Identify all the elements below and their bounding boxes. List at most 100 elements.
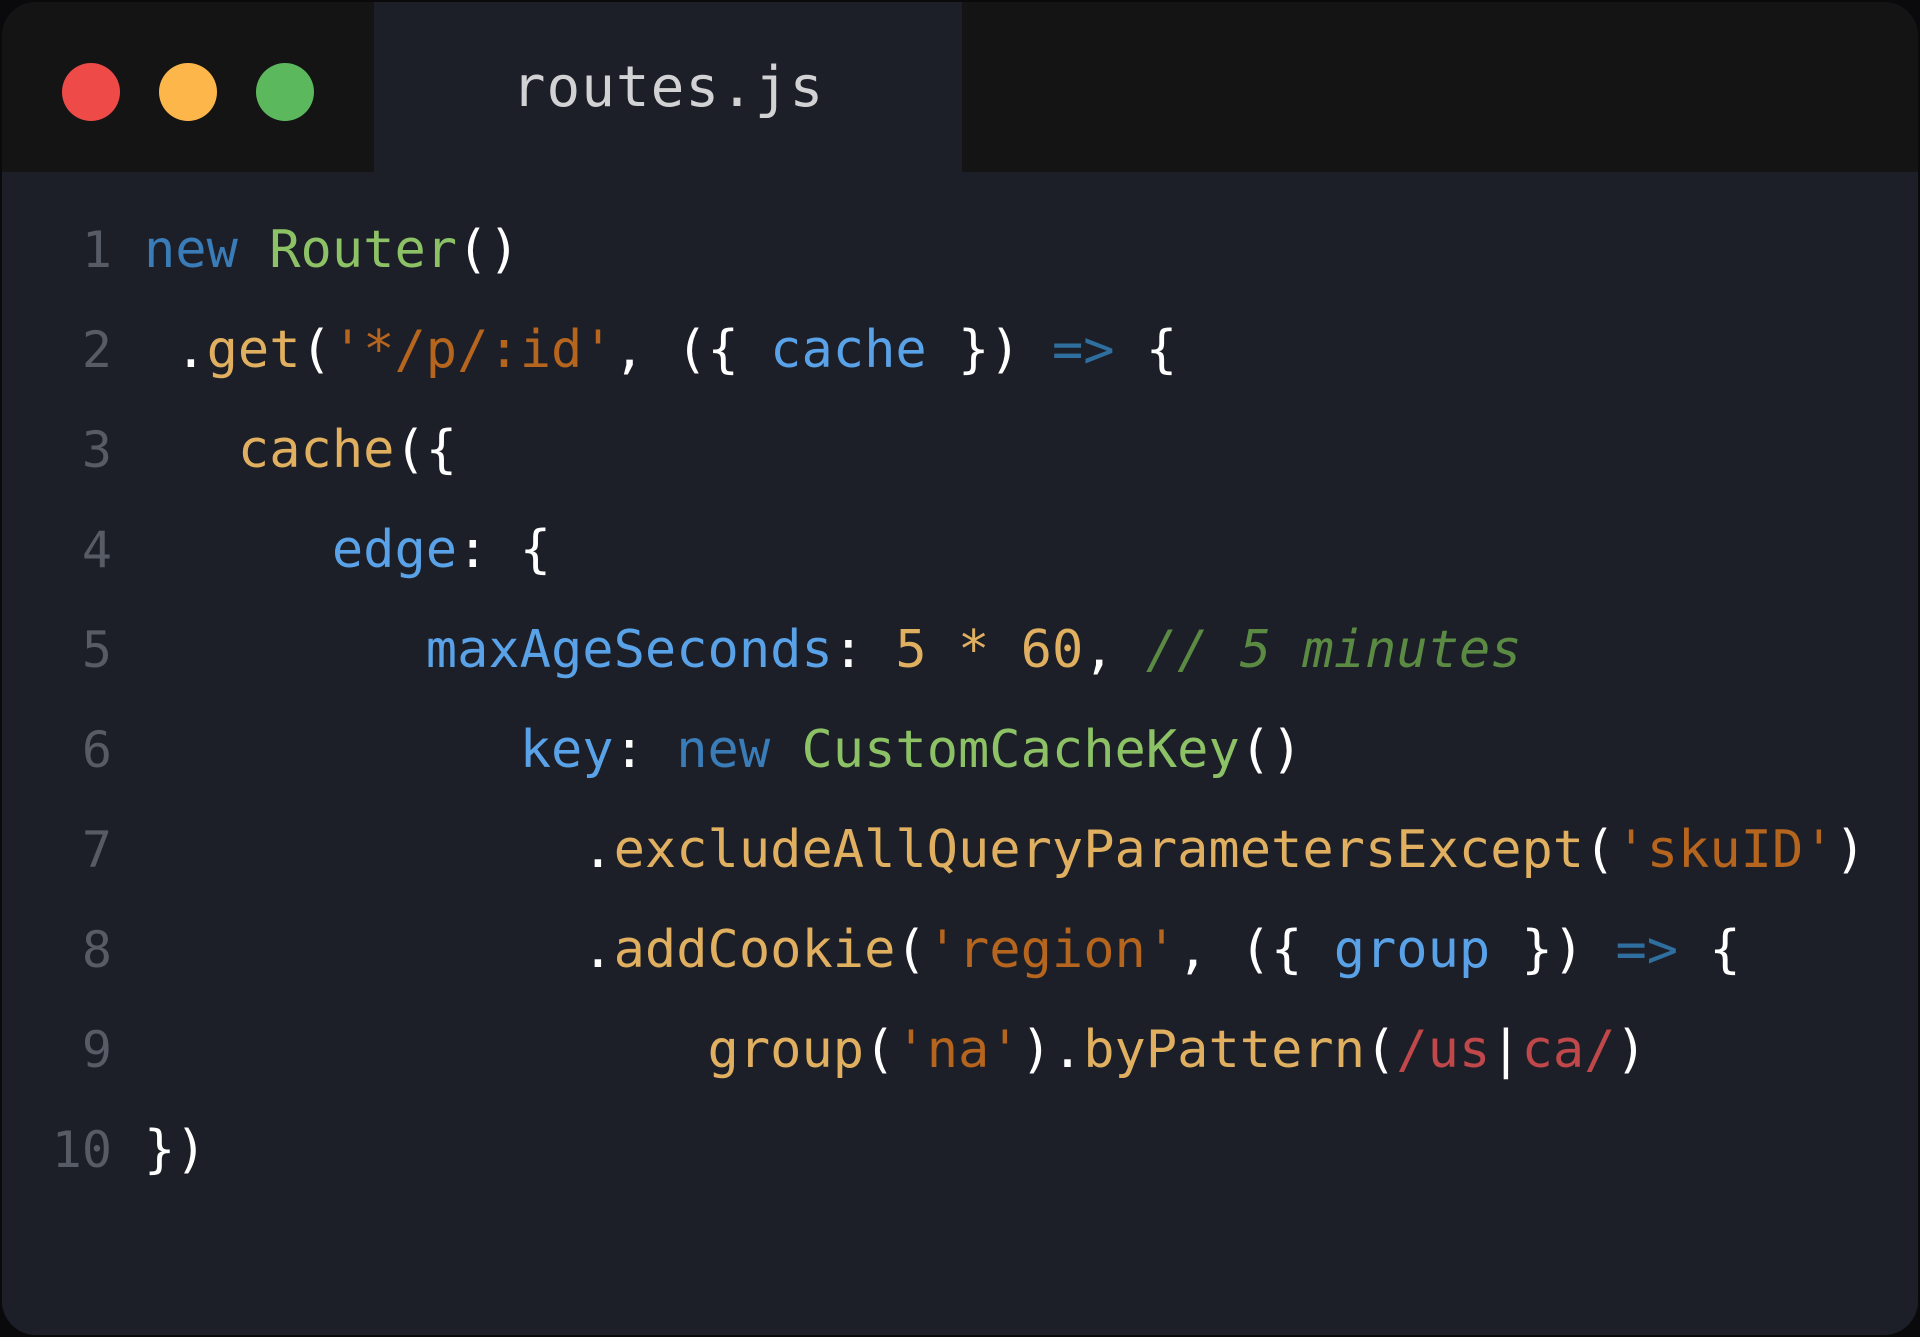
code-token: { <box>1678 920 1741 980</box>
code-token: key <box>519 720 614 780</box>
code-token: 'region' <box>926 920 1178 980</box>
minimize-window-button[interactable] <box>159 63 217 121</box>
code-line[interactable]: 9 group('na').byPattern(/us|ca/) <box>2 1000 1918 1100</box>
code-token: ({ <box>394 420 458 480</box>
code-token: group <box>1333 920 1491 980</box>
code-line[interactable]: 3 cache({ <box>2 400 1918 500</box>
code-line[interactable]: 7 .excludeAllQueryParametersExcept('skuI… <box>2 800 1918 900</box>
code-token: => <box>1615 920 1679 980</box>
line-content[interactable]: new Router() <box>112 200 520 300</box>
code-token: new <box>144 220 238 280</box>
code-token: // 5 minutes <box>1145 620 1522 680</box>
code-line[interactable]: 1 new Router() <box>2 200 1918 300</box>
code-token: . <box>582 920 614 980</box>
code-token: | <box>1490 1020 1522 1080</box>
code-token: 'na' <box>895 1020 1021 1080</box>
line-number: 2 <box>81 321 112 379</box>
line-number: 3 <box>81 421 112 479</box>
line-content[interactable]: key: new CustomCacheKey() <box>112 700 1303 800</box>
code-area[interactable]: 1 new Router() 2 .get('*/p/:id', ({ cache … <box>2 200 1918 1200</box>
code-token: ( <box>1365 1020 1397 1080</box>
code-token: edge <box>331 520 458 580</box>
line-content[interactable]: maxAgeSeconds: 5 * 60, // 5 minutes <box>112 600 1522 700</box>
code-line[interactable]: 6 key: new CustomCacheKey() <box>2 700 1918 800</box>
code-token: get <box>206 320 301 380</box>
code-token: : <box>832 620 896 680</box>
line-number: 10 <box>51 1121 112 1179</box>
code-line[interactable]: 8 .addCookie('region', ({ group }) => { <box>2 900 1918 1000</box>
code-token: , <box>1083 620 1146 680</box>
code-token: ( <box>895 920 927 980</box>
code-token: => <box>1051 320 1115 380</box>
code-token: }) <box>926 320 1052 380</box>
code-token: maxAgeSeconds <box>425 620 833 680</box>
line-content[interactable]: group('na').byPattern(/us|ca/) <box>112 1000 1647 1100</box>
code-token: ) <box>1615 1020 1647 1080</box>
code-token: ( <box>864 1020 896 1080</box>
code-token: . <box>144 320 207 380</box>
editor-pane[interactable]: 1 new Router() 2 .get('*/p/:id', ({ cache … <box>2 172 1918 1335</box>
line-number: 8 <box>81 921 112 979</box>
line-content[interactable]: .addCookie('region', ({ group }) => { <box>112 900 1741 1000</box>
line-content[interactable]: edge: { <box>112 500 551 600</box>
code-token: group <box>707 1020 865 1080</box>
code-token: byPattern <box>1083 1020 1366 1080</box>
code-line[interactable]: 10}) <box>2 1100 1918 1200</box>
code-token: CustomCacheKey <box>801 720 1240 780</box>
code-token: 'skuID' <box>1615 820 1835 880</box>
line-number: 9 <box>81 1021 112 1079</box>
code-token: 5 <box>895 620 927 680</box>
close-window-button[interactable] <box>62 63 120 121</box>
title-bar[interactable]: routes.js <box>2 2 1918 172</box>
line-content[interactable]: cache({ <box>112 400 457 500</box>
code-token: }) <box>1490 920 1616 980</box>
code-token: ) <box>1834 820 1866 880</box>
code-token: () <box>457 220 520 280</box>
line-content[interactable]: }) <box>112 1100 207 1200</box>
line-content[interactable]: .get('*/p/:id', ({ cache }) => { <box>112 300 1177 400</box>
code-editor-window: routes.js 1 new Router() 2 .get('*/p/:id',… <box>2 2 1918 1335</box>
code-token: cache <box>770 320 927 380</box>
code-token: ). <box>1020 1020 1084 1080</box>
line-content[interactable]: .excludeAllQueryParametersExcept('skuID'… <box>112 800 1866 900</box>
code-line[interactable]: 2 .get('*/p/:id', ({ cache }) => { <box>2 300 1918 400</box>
code-token: . <box>582 820 614 880</box>
line-number: 5 <box>81 621 112 679</box>
code-token: , ({ <box>1177 920 1334 980</box>
maximize-window-button[interactable] <box>256 63 314 121</box>
line-number: 7 <box>81 821 112 879</box>
code-token: new <box>676 720 771 780</box>
code-token: { <box>1114 320 1178 380</box>
line-number: 6 <box>81 721 112 779</box>
code-token: () <box>1239 720 1303 780</box>
tab-routes-js[interactable]: routes.js <box>374 2 962 172</box>
code-token: ca/ <box>1521 1020 1616 1080</box>
app-root: routes.js 1 new Router() 2 .get('*/p/:id',… <box>0 0 1920 1337</box>
line-number: 4 <box>81 521 112 579</box>
tab-label: routes.js <box>511 54 825 120</box>
code-line[interactable]: 4 edge: { <box>2 500 1918 600</box>
code-token: , ({ <box>613 320 771 380</box>
code-token: }) <box>144 1120 207 1180</box>
code-token: : <box>613 720 677 780</box>
traffic-light-controls <box>62 63 314 121</box>
code-line[interactable]: 5 maxAgeSeconds: 5 * 60, // 5 minutes <box>2 600 1918 700</box>
code-token: ( <box>1584 820 1616 880</box>
code-token: excludeAllQueryParametersExcept <box>613 820 1585 880</box>
code-token: Router <box>269 220 458 280</box>
code-token: * <box>958 620 990 680</box>
code-token: : { <box>457 520 551 580</box>
code-token: /us <box>1396 1020 1491 1080</box>
code-token: cache <box>237 420 395 480</box>
